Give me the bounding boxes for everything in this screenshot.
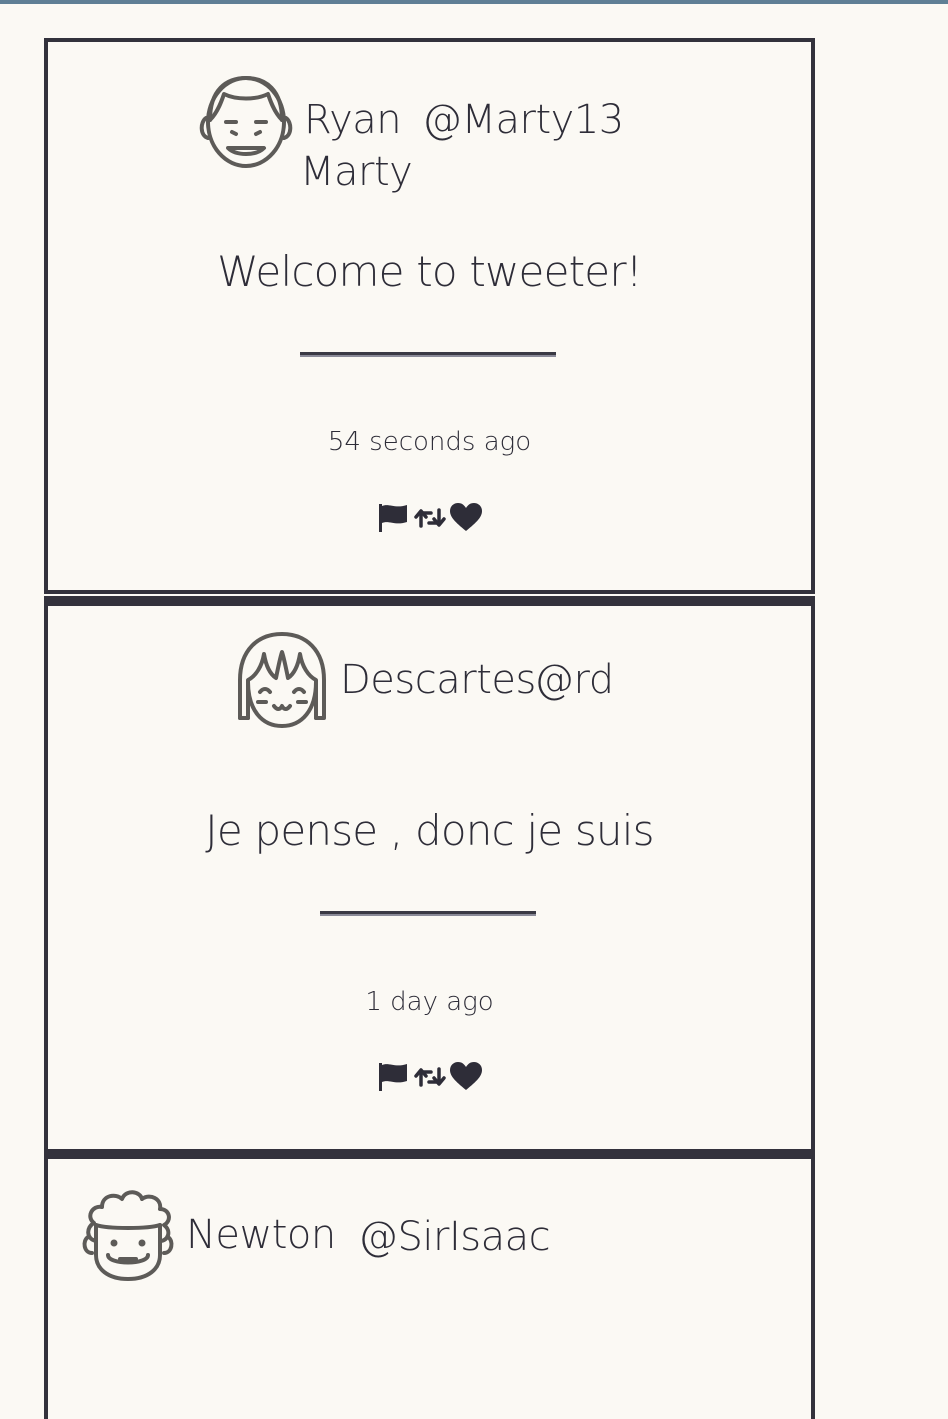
tweet-actions bbox=[48, 1061, 811, 1093]
heart-icon[interactable] bbox=[449, 1061, 483, 1093]
girl-bangs-avatar-icon bbox=[232, 630, 332, 730]
tweet-feed: Ryan @Marty13 Marty Welcome to tweeter! … bbox=[44, 38, 815, 1419]
tweet-author-handle[interactable]: @Marty13 bbox=[422, 94, 624, 146]
tweet-message: Welcome to tweeter! bbox=[217, 247, 643, 296]
tweet-timestamp: 1 day ago bbox=[365, 987, 494, 1017]
tweet-author-handle[interactable]: @rd bbox=[534, 654, 614, 706]
smiling-man-avatar-icon bbox=[196, 70, 296, 170]
window-top-bar bbox=[0, 0, 948, 4]
tweet-author-last-name: Marty bbox=[300, 149, 413, 195]
tweet-card: Ryan @Marty13 Marty Welcome to tweeter! … bbox=[44, 38, 815, 594]
tweet-card: Descartes @rd Je pense , donc je suis 1 … bbox=[44, 596, 815, 1153]
heart-icon[interactable] bbox=[449, 502, 483, 534]
tweet-message: Je pense , donc je suis bbox=[205, 806, 654, 855]
tweet-author-first-name: Newton bbox=[186, 1212, 336, 1258]
tweet-author-first-name: Ryan bbox=[304, 97, 402, 143]
curly-hair-avatar-icon bbox=[78, 1185, 178, 1285]
tweet-author-handle[interactable]: @SirIsaac bbox=[358, 1211, 551, 1263]
flag-icon[interactable] bbox=[377, 502, 411, 534]
retweet-icon[interactable] bbox=[413, 502, 447, 534]
tweet-timestamp: 54 seconds ago bbox=[327, 427, 532, 457]
flag-icon[interactable] bbox=[377, 1061, 411, 1093]
tweet-actions bbox=[48, 502, 811, 534]
tweet-author-first-name: Descartes bbox=[340, 657, 536, 703]
tweet-card: Newton @SirIsaac bbox=[44, 1149, 815, 1419]
retweet-icon[interactable] bbox=[413, 1061, 447, 1093]
tweet-divider bbox=[300, 352, 556, 357]
tweet-divider bbox=[320, 911, 536, 916]
